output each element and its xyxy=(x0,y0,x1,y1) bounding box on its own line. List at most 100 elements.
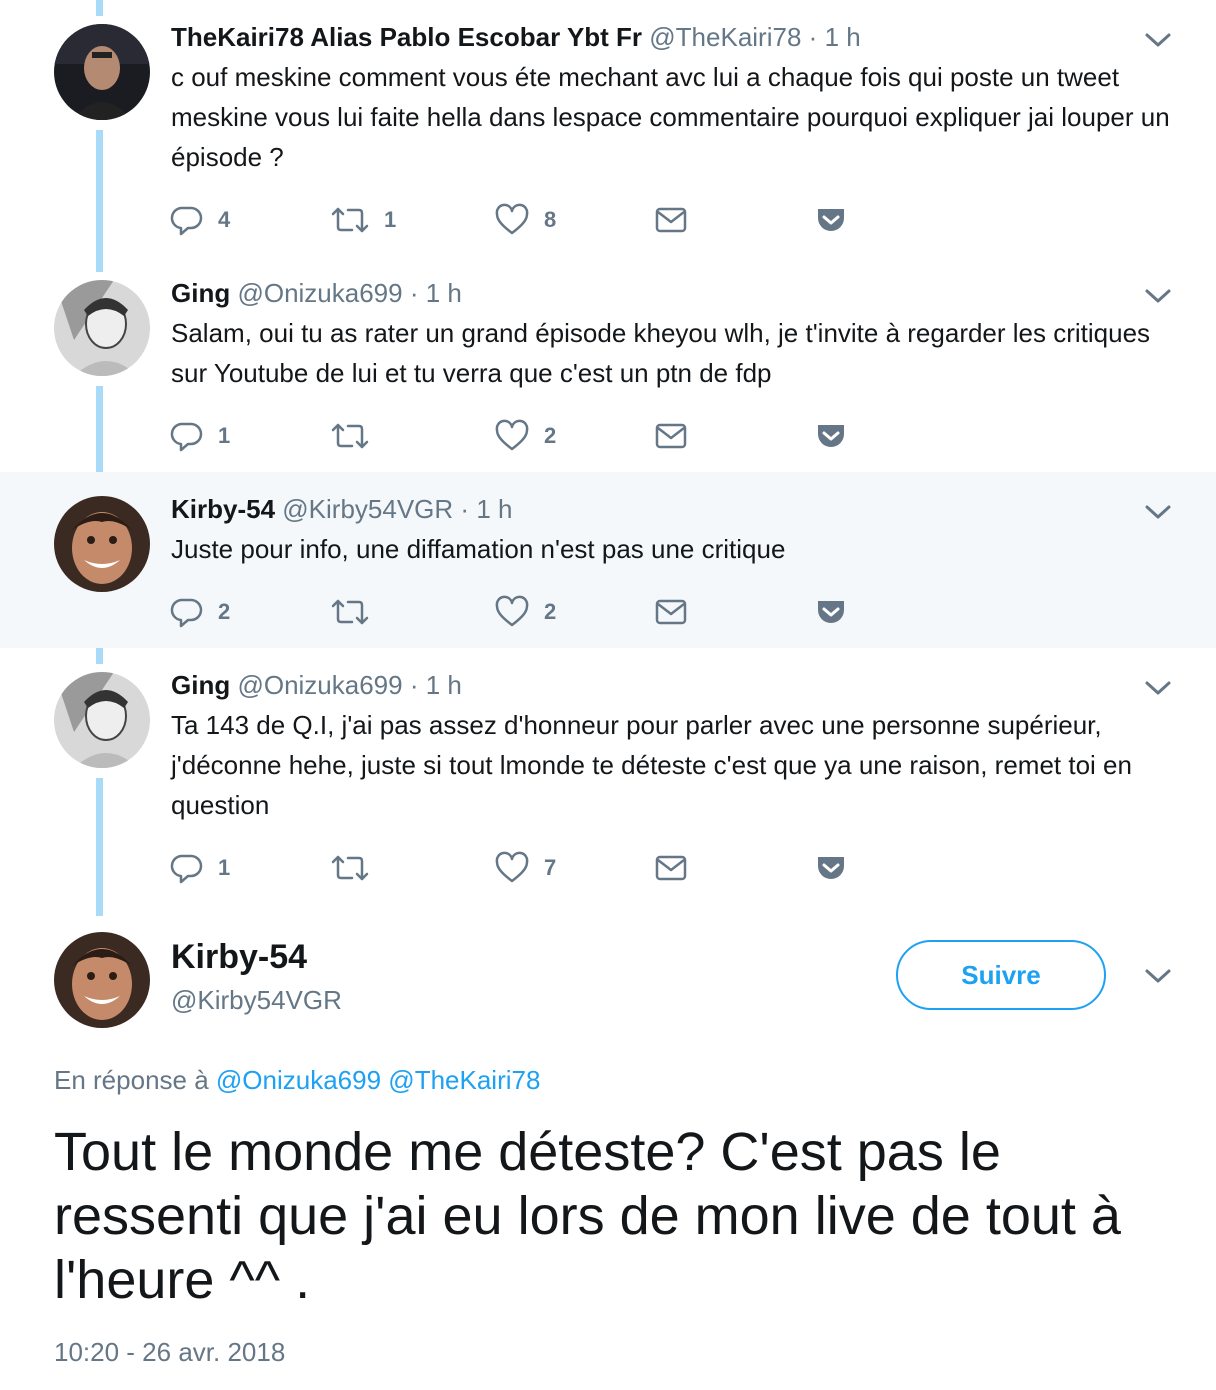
timestamp[interactable]: 1 h xyxy=(426,278,462,308)
reply-prefix: En réponse à xyxy=(54,1065,209,1095)
reply-count: 4 xyxy=(218,207,231,232)
tweet[interactable]: Kirby-54 @Kirby54VGR · 1 h Juste pour in… xyxy=(0,472,1216,648)
timestamp[interactable]: 1 h xyxy=(476,494,512,524)
pocket-button[interactable] xyxy=(814,200,848,240)
reply-button[interactable]: 1 xyxy=(170,416,230,456)
like-button[interactable]: 8 xyxy=(494,200,556,240)
retweet-count: 1 xyxy=(384,207,397,232)
direct-message-button[interactable] xyxy=(654,416,688,456)
mention-link[interactable]: @TheKairi78 xyxy=(388,1065,540,1095)
tweet-text: Ta 143 de Q.I, j'ai pas assez d'honneur … xyxy=(171,710,1132,820)
display-name[interactable]: Ging xyxy=(171,670,230,700)
pocket-icon xyxy=(818,601,844,623)
retweet-button[interactable] xyxy=(330,848,384,888)
tweet-header: Ging @Onizuka699 · 1 h xyxy=(171,278,462,309)
tweet[interactable]: Ging @Onizuka699 · 1 h Salam, oui tu as … xyxy=(0,256,1216,472)
tweet-header: TheKairi78 Alias Pablo Escobar Ybt Fr @T… xyxy=(171,22,861,53)
tweet-actions: 1 2 xyxy=(170,416,870,456)
follow-button[interactable]: Suivre xyxy=(896,940,1106,1010)
like-icon xyxy=(495,203,529,235)
tweet-actions: 4 1 8 xyxy=(170,200,870,240)
like-button[interactable]: 2 xyxy=(494,592,556,632)
avatar[interactable] xyxy=(54,24,150,120)
main-avatar[interactable] xyxy=(54,932,150,1028)
display-name[interactable]: Ging xyxy=(171,278,230,308)
like-icon xyxy=(495,851,529,883)
like-count: 2 xyxy=(544,423,557,448)
reply-icon xyxy=(170,854,203,884)
tweet-header: Kirby-54 @Kirby54VGR · 1 h xyxy=(171,494,512,525)
reply-button[interactable]: 4 xyxy=(170,200,230,240)
chevron-down-icon[interactable] xyxy=(1144,678,1172,698)
username[interactable]: @Kirby54VGR xyxy=(282,494,453,524)
separator: · xyxy=(808,22,818,52)
chevron-down-icon[interactable] xyxy=(1144,286,1172,306)
separator: · xyxy=(460,494,470,524)
tweet[interactable]: Ging @Onizuka699 · 1 h Ta 143 de Q.I, j'… xyxy=(0,648,1216,912)
main-display-name[interactable]: Kirby-54 xyxy=(171,938,307,977)
separator: · xyxy=(409,278,419,308)
like-count: 2 xyxy=(544,599,557,624)
timestamp[interactable]: 1 h xyxy=(825,22,861,52)
display-name[interactable]: Kirby-54 xyxy=(171,494,275,524)
retweet-icon xyxy=(331,855,369,881)
like-icon xyxy=(495,419,529,451)
pocket-icon xyxy=(818,209,844,231)
like-count: 7 xyxy=(544,855,557,880)
like-icon xyxy=(495,595,529,627)
main-username[interactable]: @Kirby54VGR xyxy=(171,985,342,1016)
username[interactable]: @Onizuka699 xyxy=(237,278,402,308)
direct-message-icon xyxy=(655,207,687,233)
direct-message-icon xyxy=(655,599,687,625)
separator: · xyxy=(409,670,419,700)
tweet-text: Juste pour info, une diffamation n'est p… xyxy=(171,534,786,564)
retweet-button[interactable] xyxy=(330,416,384,456)
avatar[interactable] xyxy=(54,496,150,592)
tweet-text: c ouf meskine comment vous éte mechant a… xyxy=(171,62,1170,172)
tweet-text: Salam, oui tu as rater un grand épisode … xyxy=(171,318,1151,388)
direct-message-icon xyxy=(655,423,687,449)
like-button[interactable]: 2 xyxy=(494,416,556,456)
timestamp[interactable]: 1 h xyxy=(426,670,462,700)
username[interactable]: @Onizuka699 xyxy=(237,670,402,700)
display-name[interactable]: TheKairi78 Alias Pablo Escobar Ybt Fr xyxy=(171,22,642,52)
tweet-actions: 1 7 xyxy=(170,848,870,888)
tweet-actions: 2 2 xyxy=(170,592,870,632)
chevron-down-icon[interactable] xyxy=(1144,30,1172,50)
reply-button[interactable]: 2 xyxy=(170,592,230,632)
reply-count: 1 xyxy=(218,423,231,448)
retweet-icon xyxy=(331,423,369,449)
reply-button[interactable]: 1 xyxy=(170,848,230,888)
avatar[interactable] xyxy=(54,672,150,768)
avatar[interactable] xyxy=(54,280,150,376)
direct-message-button[interactable] xyxy=(654,592,688,632)
pocket-button[interactable] xyxy=(814,848,848,888)
chevron-down-icon[interactable] xyxy=(1144,966,1172,986)
pocket-icon xyxy=(818,425,844,447)
mention-link[interactable]: @Onizuka699 xyxy=(216,1065,381,1095)
pocket-icon xyxy=(818,857,844,879)
reply-icon xyxy=(170,598,203,628)
reply-count: 1 xyxy=(218,855,231,880)
chevron-down-icon[interactable] xyxy=(1144,502,1172,522)
retweet-icon xyxy=(331,599,369,625)
tweet[interactable]: TheKairi78 Alias Pablo Escobar Ybt Fr @T… xyxy=(0,0,1216,256)
main-tweet-text: Tout le monde me déteste? C'est pas le r… xyxy=(54,1122,1121,1310)
pocket-button[interactable] xyxy=(814,416,848,456)
retweet-icon xyxy=(331,207,369,233)
like-count: 8 xyxy=(544,207,557,232)
reply-icon xyxy=(170,206,203,236)
reply-count: 2 xyxy=(218,599,231,624)
like-button[interactable]: 7 xyxy=(494,848,556,888)
pocket-button[interactable] xyxy=(814,592,848,632)
reply-context: En réponse à @Onizuka699 @TheKairi78 xyxy=(54,1065,540,1096)
tweet-header: Ging @Onizuka699 · 1 h xyxy=(171,670,462,701)
main-timestamp[interactable]: 10:20 - 26 avr. 2018 xyxy=(54,1337,285,1368)
direct-message-button[interactable] xyxy=(654,200,688,240)
direct-message-button[interactable] xyxy=(654,848,688,888)
username[interactable]: @TheKairi78 xyxy=(649,22,801,52)
reply-icon xyxy=(170,422,203,452)
retweet-button[interactable]: 1 xyxy=(330,200,396,240)
retweet-button[interactable] xyxy=(330,592,384,632)
direct-message-icon xyxy=(655,855,687,881)
